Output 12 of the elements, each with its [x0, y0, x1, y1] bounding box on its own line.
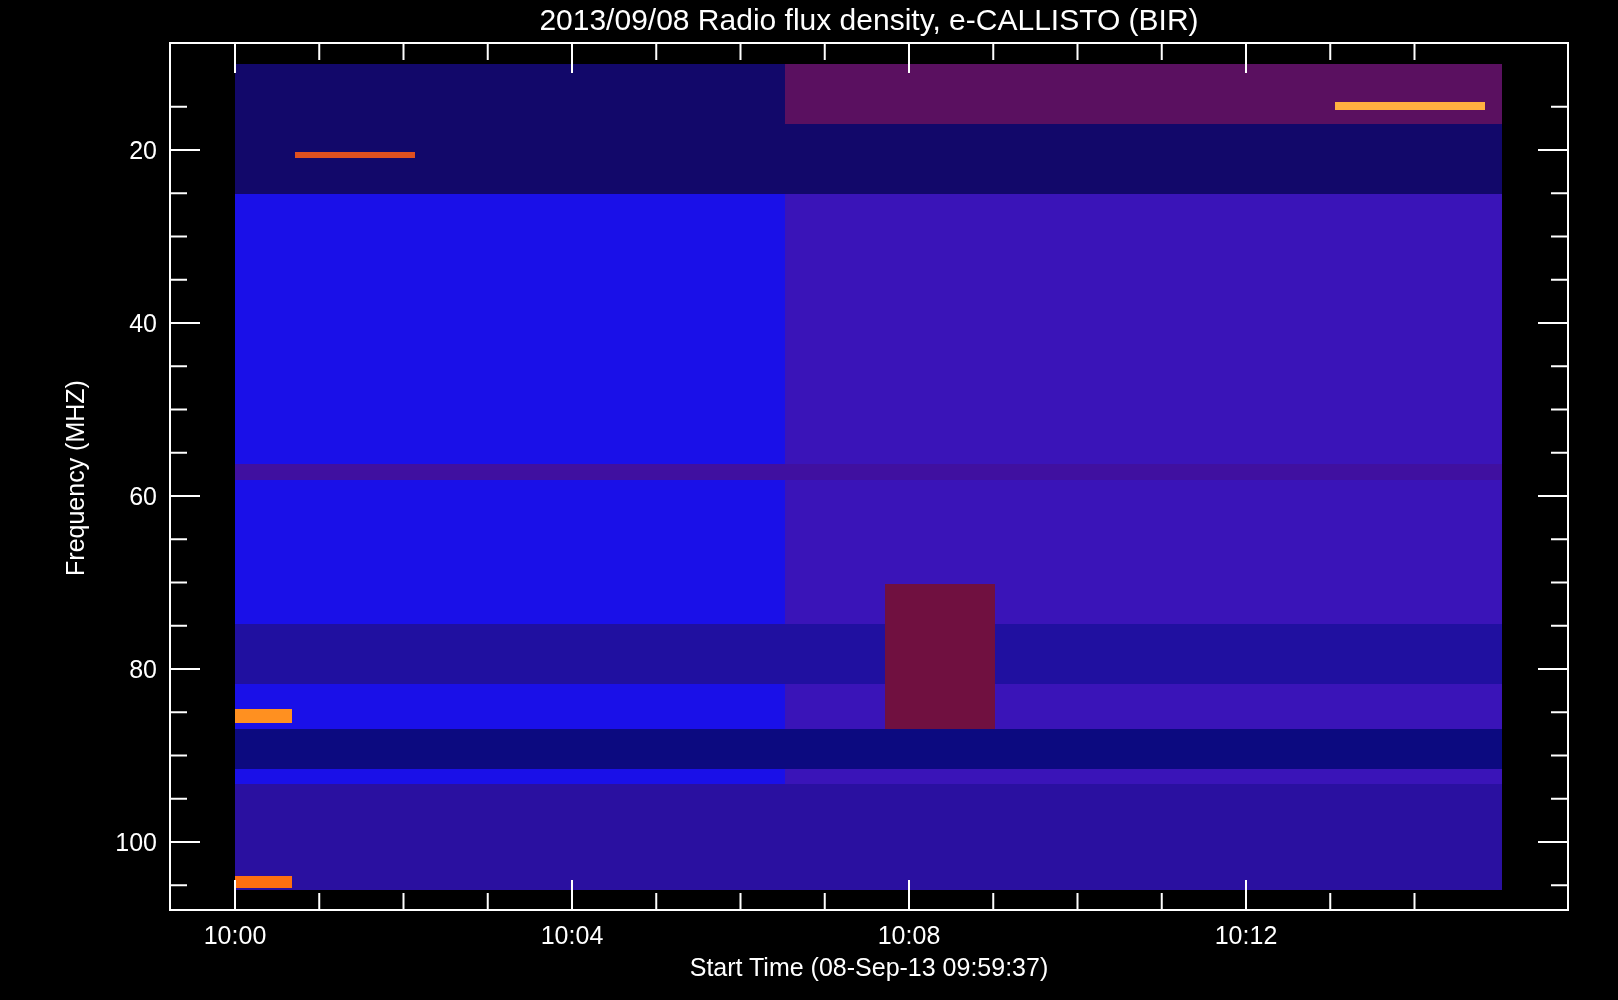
- y-tick-label: 60: [129, 482, 157, 510]
- y-axis-label: Frequency (MHZ): [61, 380, 89, 576]
- chart-title: 2013/09/08 Radio flux density, e-CALLISTO (BIR): [539, 3, 1199, 36]
- y-tick-label: 80: [129, 655, 157, 683]
- x-tick-label: 10:04: [540, 921, 604, 949]
- y-tick-label: 100: [115, 828, 157, 856]
- y-tick-label: 20: [129, 136, 157, 164]
- x-axis-label: Start Time (08-Sep-13 09:59:37): [689, 953, 1049, 981]
- x-tick-label: 10:08: [877, 921, 941, 949]
- x-tick-label: 10:00: [203, 921, 267, 949]
- x-tick-label: 10:12: [1214, 921, 1278, 949]
- y-tick-label: 40: [129, 309, 157, 337]
